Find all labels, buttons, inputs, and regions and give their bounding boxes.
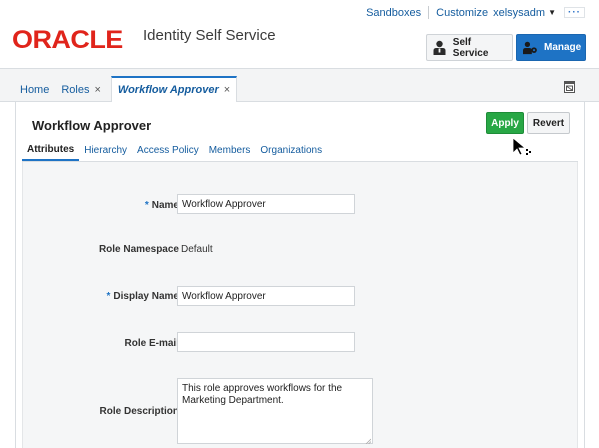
subtab-access-policy[interactable]: Access Policy: [132, 145, 204, 161]
close-icon[interactable]: ×: [94, 84, 100, 96]
tab-roles[interactable]: Roles ×: [55, 77, 107, 102]
name-field[interactable]: Workflow Approver: [177, 194, 355, 214]
subtab-members[interactable]: Members: [204, 145, 256, 161]
subtab-attributes[interactable]: Attributes: [22, 144, 80, 161]
required-marker: *: [144, 200, 149, 211]
display-name-field[interactable]: Workflow Approver: [177, 286, 355, 306]
tab-workflow-approver[interactable]: Workflow Approver ×: [110, 76, 238, 102]
role-details-panel: Workflow Approver Apply Revert Attribute…: [15, 102, 585, 448]
name-label: * Name: [144, 200, 179, 211]
display-name-label: * Display Name: [106, 291, 180, 302]
user-name: xelsysadm: [493, 6, 546, 19]
self-service-user-icon: [433, 40, 447, 55]
resize-grip-icon[interactable]: [365, 436, 372, 445]
app-header: Sandboxes Customize xelsysadm ▼ ··· ORAC…: [0, 0, 599, 69]
page-title: Workflow Approver: [32, 118, 152, 133]
restore-window-icon[interactable]: [564, 81, 575, 93]
role-description-label: Role Description: [99, 406, 179, 417]
sandboxes-link[interactable]: Sandboxes: [366, 7, 421, 19]
customize-link[interactable]: Customize: [436, 7, 488, 19]
role-email-label: Role E-mail: [124, 338, 179, 349]
oracle-logo: ORACLE: [12, 26, 123, 55]
chevron-down-icon: ▼: [548, 8, 556, 17]
manage-label: Manage: [544, 42, 582, 53]
close-icon[interactable]: ×: [224, 84, 230, 96]
role-email-field[interactable]: [177, 332, 355, 352]
mouse-cursor-icon: [512, 137, 534, 157]
manage-users-icon: [523, 40, 538, 55]
subtab-organizations[interactable]: Organizations: [255, 145, 327, 161]
document-tabs: Home Roles × Workflow Approver ×: [0, 69, 599, 102]
role-description-field[interactable]: This role approves workflows for the Mar…: [177, 378, 373, 445]
role-namespace-value: Default: [181, 244, 213, 255]
manage-button[interactable]: Manage: [516, 34, 586, 61]
brand-logo-text: ORACLE: [12, 26, 123, 54]
more-icon[interactable]: ···: [564, 7, 585, 18]
divider: [428, 6, 430, 19]
apply-button[interactable]: Apply: [486, 112, 524, 134]
tab-label: Home: [20, 83, 50, 96]
role-namespace-label: Role Namespace: [98, 244, 179, 255]
revert-button[interactable]: Revert: [527, 112, 570, 134]
global-links: Sandboxes Customize xelsysadm ▼ ···: [366, 6, 585, 19]
attributes-form: * Name Workflow Approver Role Namespace D…: [22, 162, 578, 448]
subtab-bar: Attributes Hierarchy Access Policy Membe…: [22, 140, 578, 162]
self-service-label: Self Service: [452, 36, 489, 59]
subtab-hierarchy[interactable]: Hierarchy: [79, 145, 132, 161]
app-title: Identity Self Service: [143, 27, 276, 44]
tab-label: Roles: [61, 83, 90, 96]
required-marker: *: [106, 291, 111, 302]
role-description-text: This role approves workflows for the Mar…: [182, 383, 343, 406]
user-menu[interactable]: xelsysadm ▼: [493, 7, 556, 19]
self-service-button[interactable]: Self Service: [426, 34, 513, 61]
tab-label: Workflow Approver: [117, 84, 219, 96]
tab-home[interactable]: Home: [14, 77, 55, 102]
